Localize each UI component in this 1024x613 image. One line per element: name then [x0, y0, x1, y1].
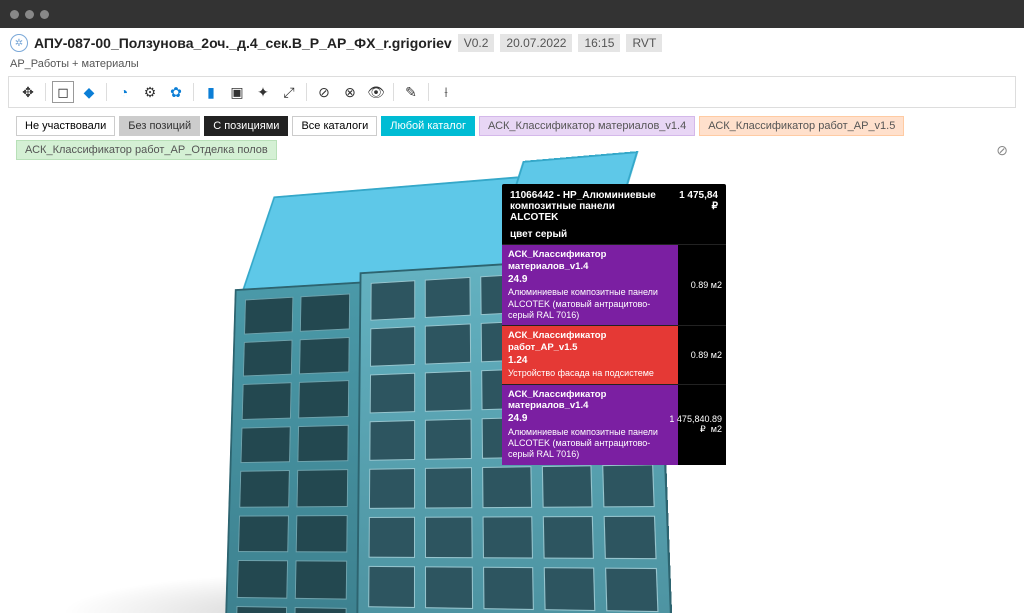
- filter-all-catalogs[interactable]: Все каталоги: [292, 116, 377, 136]
- classifier-block: АСК_Классификатор материалов_v1.4 24.9 А…: [502, 245, 678, 325]
- metric-value: 0.89: [691, 280, 709, 290]
- metric-unit2: м2: [711, 424, 722, 434]
- classifier-block: АСК_Классификатор материалов_v1.4 24.9 А…: [502, 385, 678, 465]
- cube-solid-icon[interactable]: ◆: [78, 81, 100, 103]
- classifier-block: АСК_Классификатор работ_АР_v1.5 1.24 Уст…: [502, 326, 678, 384]
- window-titlebar: [0, 0, 1024, 28]
- person-icon[interactable]: ⟊: [435, 81, 457, 103]
- classifier-desc: Алюминиевые композитные панели ALCOTEK (…: [508, 287, 672, 321]
- filter-any-catalog[interactable]: Любой каталог: [381, 116, 475, 136]
- tooltip-currency: ₽: [679, 201, 718, 212]
- traffic-light-zoom[interactable]: [40, 10, 49, 19]
- cube-outline-icon[interactable]: ◻: [52, 81, 74, 103]
- tooltip-row: АСК_Классификатор работ_АР_v1.5 1.24 Уст…: [502, 325, 726, 384]
- classifier-code: 24.9: [508, 413, 672, 426]
- document-title: АПУ-087-00_Ползунова_2оч._д.4_сек.В_Р_АР…: [34, 35, 452, 51]
- metric-block: 0.89 м2: [678, 326, 726, 384]
- traffic-light-close[interactable]: [10, 10, 19, 19]
- tooltip-header: 11066442 - НР_Алюминиевые композитные па…: [502, 184, 726, 229]
- metric-value: 1 475,84: [669, 414, 704, 424]
- building-facade-left: [224, 282, 361, 613]
- comment-icon[interactable]: ▮: [200, 81, 222, 103]
- format-badge: RVT: [626, 34, 662, 52]
- target-icon[interactable]: ✦: [252, 81, 274, 103]
- tooltip-row: АСК_Классификатор материалов_v1.4 24.9 А…: [502, 244, 726, 325]
- separator: [106, 83, 107, 101]
- classifier-code: 24.9: [508, 274, 672, 287]
- separator: [45, 83, 46, 101]
- metric-unit: м2: [711, 350, 722, 360]
- filter-classifier-materials[interactable]: АСК_Классификатор материалов_v1.4: [479, 116, 695, 136]
- metric-value2: 0.89: [704, 414, 722, 424]
- metric-unit: ₽: [700, 424, 706, 434]
- gear-icon[interactable]: ⚙: [139, 81, 161, 103]
- speed-icon[interactable]: ◔: [113, 81, 135, 103]
- separator: [306, 83, 307, 101]
- metric-block: 0.89 м2: [678, 245, 726, 325]
- filter-with-positions[interactable]: С позициями: [204, 116, 288, 136]
- tooltip-row: АСК_Классификатор материалов_v1.4 24.9 А…: [502, 384, 726, 465]
- separator: [393, 83, 394, 101]
- classifier-desc: Алюминиевые композитные панели ALCOTEK (…: [508, 427, 672, 461]
- filter-not-participated[interactable]: Не участвовали: [16, 116, 115, 136]
- fit-icon[interactable]: ⤢: [278, 81, 300, 103]
- edit-icon[interactable]: ✎: [400, 81, 422, 103]
- classifier-desc: Устройство фасада на подсистеме: [508, 368, 672, 379]
- tooltip-color-label: цвет серый: [502, 229, 726, 244]
- app-logo-icon: ✲: [10, 34, 28, 52]
- filter-no-positions[interactable]: Без позиций: [119, 116, 200, 136]
- separator: [428, 83, 429, 101]
- filter-classifier-works[interactable]: АСК_Классификатор работ_АР_v1.5: [699, 116, 904, 136]
- metric-unit: м2: [711, 280, 722, 290]
- time-badge: 16:15: [578, 34, 620, 52]
- windows-grid-left: [236, 293, 351, 613]
- eye-icon[interactable]: 👁: [365, 81, 387, 103]
- eye-hidden-icon[interactable]: ⊗: [339, 81, 361, 103]
- traffic-light-minimize[interactable]: [25, 10, 34, 19]
- element-tooltip: 11066442 - НР_Алюминиевые композитные па…: [502, 184, 726, 465]
- tooltip-title-line2: композитные панели ALCOTEK: [510, 201, 660, 223]
- document-header: ✲ АПУ-087-00_Ползунова_2оч._д.4_сек.В_Р_…: [0, 28, 1024, 58]
- metric-value: 0.89: [691, 350, 709, 360]
- metric-block: 1 475,840.89 ₽ м2: [678, 385, 726, 465]
- tooltip-price: 1 475,84: [679, 190, 718, 201]
- date-badge: 20.07.2022: [500, 34, 572, 52]
- orbit-icon[interactable]: ✥: [17, 81, 39, 103]
- version-badge: V0.2: [458, 34, 495, 52]
- classifier-name: АСК_Классификатор материалов_v1.4: [508, 389, 672, 413]
- separator: [193, 83, 194, 101]
- model-viewport[interactable]: 11066442 - НР_Алюминиевые композитные па…: [0, 144, 1024, 613]
- tooltip-title-line1: 11066442 - НР_Алюминиевые: [510, 190, 660, 201]
- classifier-name: АСК_Классификатор материалов_v1.4: [508, 249, 672, 273]
- viewer-toolbar: ✥ ◻ ◆ ◔ ⚙ ✿ ▮ ▣ ✦ ⤢ ⊘ ⊗ 👁 ✎ ⟊: [8, 76, 1016, 108]
- aperture-icon[interactable]: ✿: [165, 81, 187, 103]
- classifier-name: АСК_Классификатор работ_АР_v1.5: [508, 330, 672, 354]
- focus-square-icon[interactable]: ▣: [226, 81, 248, 103]
- document-subtitle: АР_Работы + материалы: [0, 58, 1024, 74]
- classifier-code: 1.24: [508, 355, 672, 368]
- eye-off-icon[interactable]: ⊘: [313, 81, 335, 103]
